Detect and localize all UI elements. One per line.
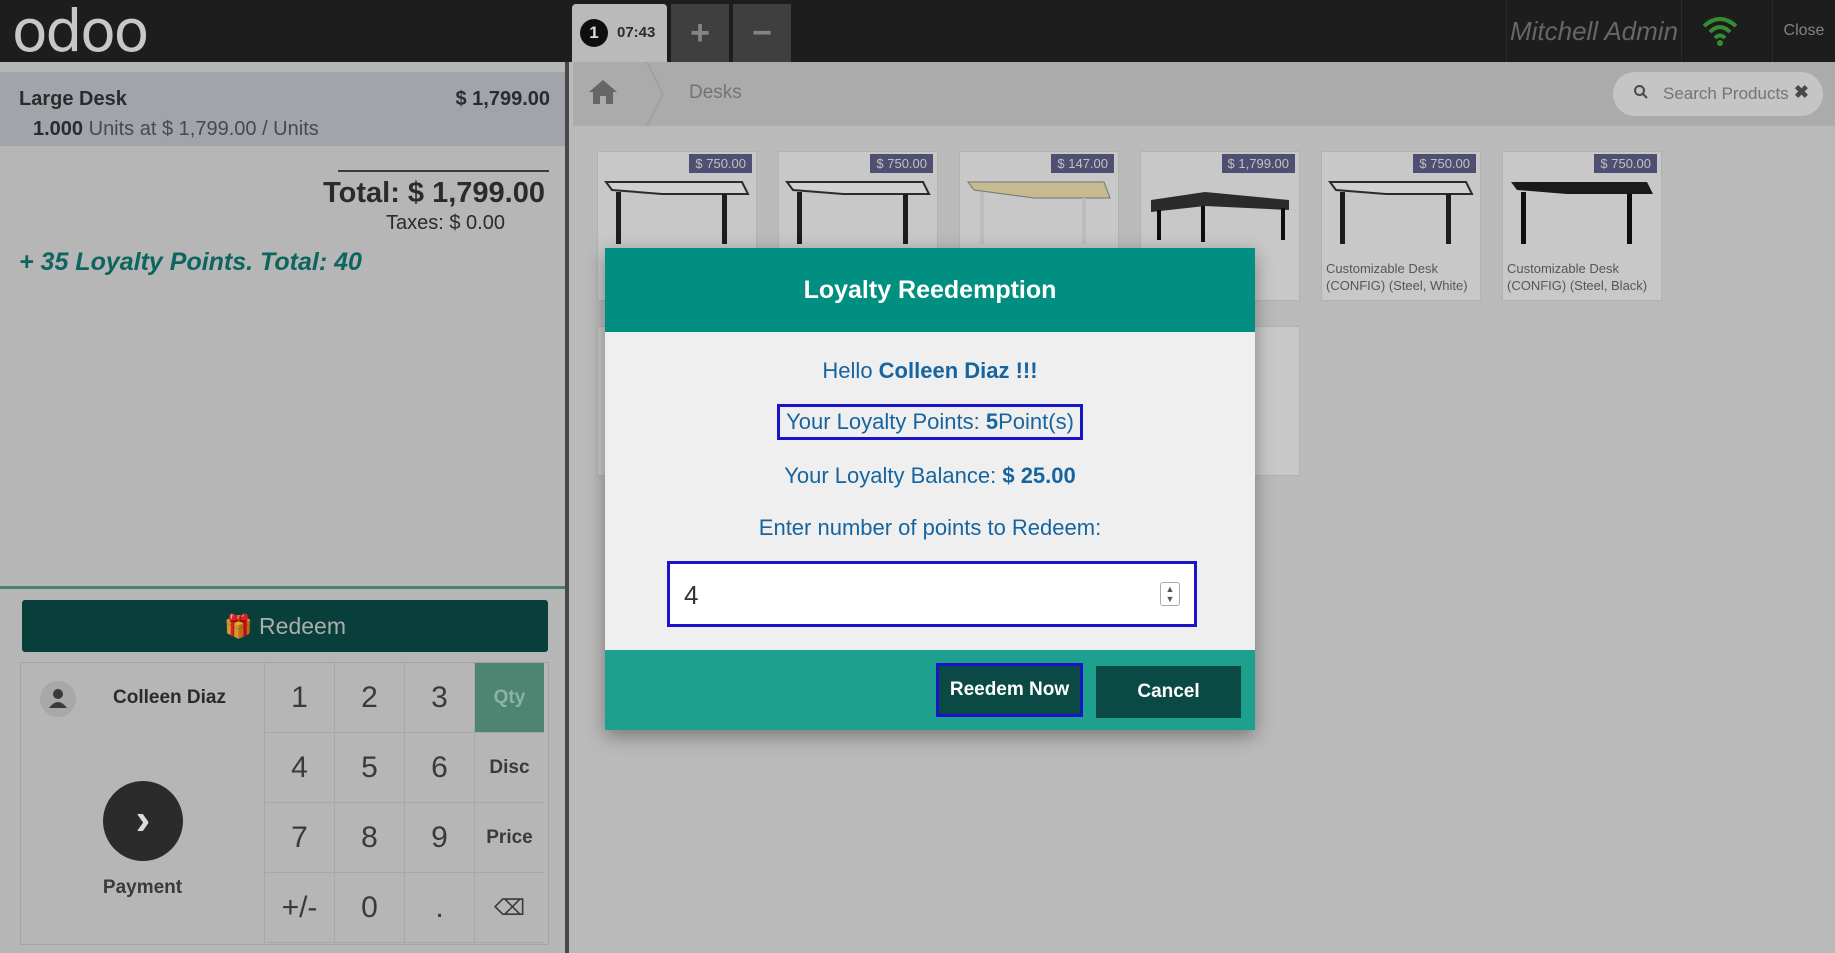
loyalty-points-line: Your Loyalty Points: 5Point(s) [605,404,1255,440]
points-input[interactable] [684,578,1134,612]
redeem-now-button[interactable]: Reedem Now [936,663,1083,717]
points-suffix: Point(s) [998,409,1074,434]
points-input-field[interactable]: ▲▼ [667,561,1197,627]
loyalty-balance-line: Your Loyalty Balance: $ 25.00 [605,463,1255,489]
balance-value: $ 25.00 [1002,463,1076,488]
enter-points-label: Enter number of points to Redeem: [758,515,1102,540]
loyalty-points-box: Your Loyalty Points: 5Point(s) [777,404,1083,440]
cancel-button[interactable]: Cancel [1096,666,1241,718]
customer-greeting-name: Colleen Diaz !!! [878,358,1038,383]
dialog-title: Loyalty Reedemption [605,248,1255,332]
points-value: 5 [985,409,999,434]
balance-prefix: Your Loyalty Balance: [784,463,1003,488]
loyalty-redemption-dialog: Loyalty Reedemption Hello Colleen Diaz !… [605,248,1255,730]
greeting: Hello Colleen Diaz !!! [605,358,1255,384]
spinner-icon[interactable]: ▲ ▼ [1160,582,1180,606]
dialog-footer: Reedem Now Cancel [605,650,1255,730]
greeting-prefix: Hello [822,358,879,383]
points-prefix: Your Loyalty Points: [786,409,986,434]
